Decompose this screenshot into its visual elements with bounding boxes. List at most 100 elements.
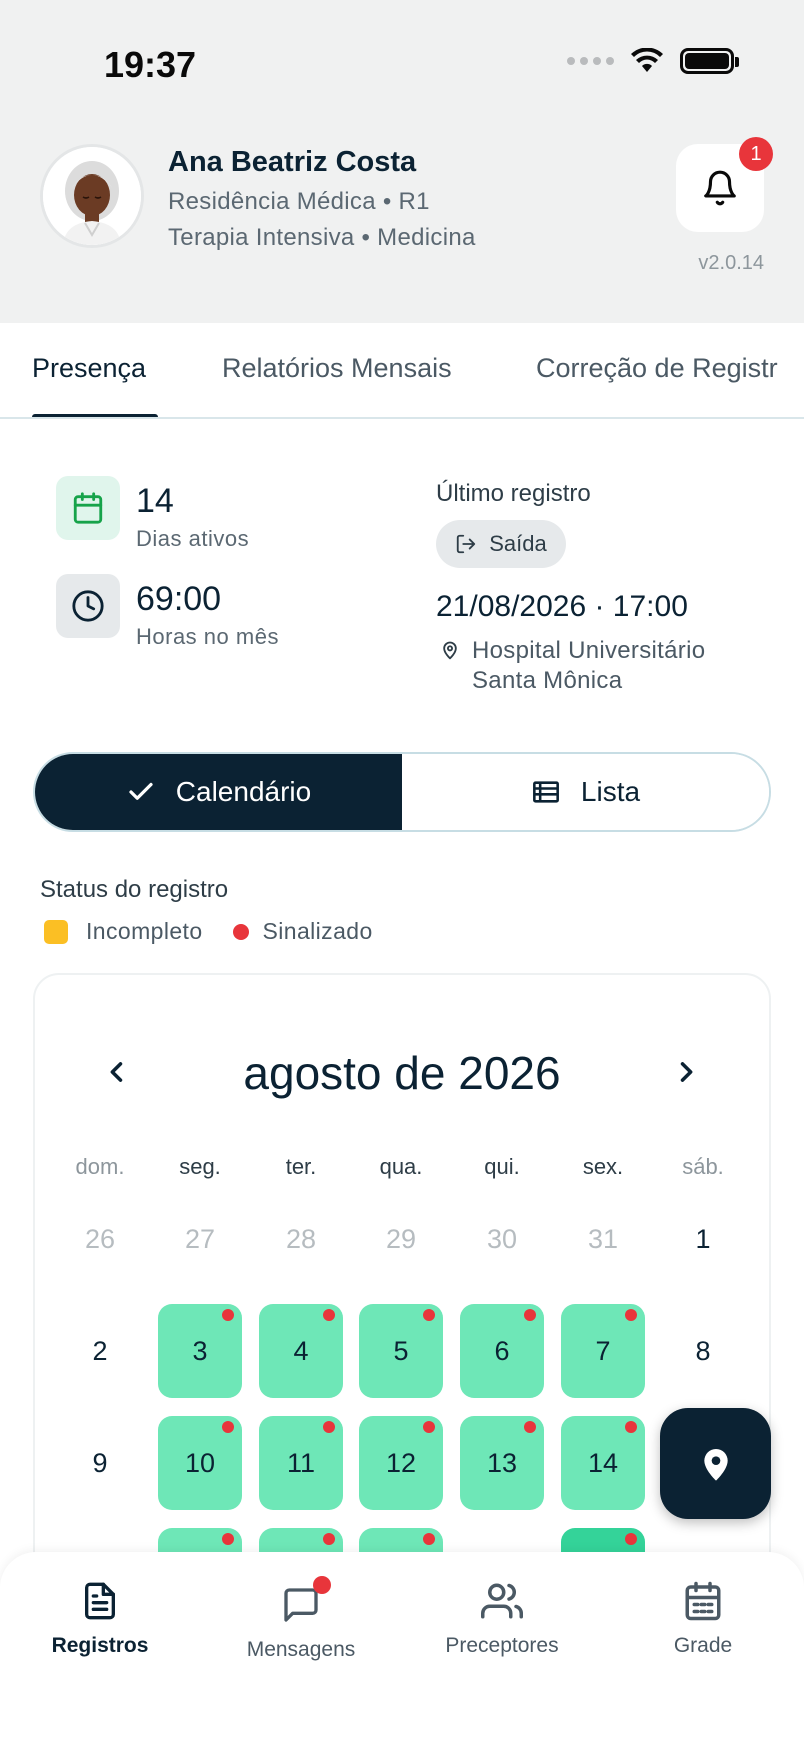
last-record-location: Hospital Universitário Santa Mônica bbox=[472, 637, 706, 694]
day-number: 6 bbox=[494, 1335, 510, 1366]
signal-icon bbox=[567, 57, 614, 65]
weekday-label: sex. bbox=[582, 1154, 624, 1179]
tab-bar: Presença Relatórios Mensais Correção de … bbox=[0, 323, 804, 419]
calendar-day[interactable]: 1 bbox=[661, 1192, 745, 1286]
calendar-day[interactable]: 9 bbox=[58, 1416, 142, 1510]
previous-month-button[interactable] bbox=[97, 1052, 137, 1092]
avatar[interactable] bbox=[40, 144, 144, 248]
day-number: 29 bbox=[385, 1223, 417, 1254]
nav-grade-label: Grade bbox=[673, 1634, 733, 1657]
hours-label: Horas no mês bbox=[136, 624, 279, 649]
nav-preceptores[interactable]: Preceptores bbox=[422, 1576, 582, 1658]
calendar-day[interactable]: 5 bbox=[359, 1304, 443, 1398]
bell-icon bbox=[704, 170, 736, 206]
flagged-dot bbox=[222, 1421, 234, 1433]
users-icon bbox=[481, 1583, 523, 1619]
flagged-dot bbox=[423, 1421, 435, 1433]
last-record-datetime: 21/08/2026 · 17:00 bbox=[436, 590, 688, 623]
list-icon bbox=[532, 781, 559, 803]
calendar-day[interactable]: 10 bbox=[158, 1416, 242, 1510]
view-toggle: Calendário Lista bbox=[33, 752, 771, 832]
calendar-day[interactable]: 30 bbox=[460, 1192, 544, 1286]
calendar-day[interactable]: 2 bbox=[58, 1304, 142, 1398]
legend-flagged-label: Sinalizado bbox=[262, 918, 373, 944]
bottom-nav: Registros Mensagens Preceptores Grade bbox=[0, 1552, 804, 1748]
active-days-value: 14 bbox=[136, 482, 174, 520]
flagged-dot bbox=[222, 1309, 234, 1321]
user-program: Residência Médica • R1 bbox=[168, 188, 430, 215]
tab-correcao-registro[interactable]: Correção de Registr bbox=[536, 353, 778, 384]
calendar-day[interactable]: 4 bbox=[259, 1304, 343, 1398]
flagged-dot bbox=[625, 1533, 637, 1545]
hours-value: 69:00 bbox=[136, 580, 222, 618]
user-name: Ana Beatriz Costa bbox=[168, 146, 417, 178]
list-view-button[interactable]: Lista bbox=[402, 754, 769, 830]
calendar-view-label: Calendário bbox=[175, 776, 312, 807]
calendar-day[interactable]: 13 bbox=[460, 1416, 544, 1510]
flagged-dot bbox=[323, 1309, 335, 1321]
flagged-dot bbox=[323, 1533, 335, 1545]
clock-icon bbox=[56, 574, 120, 638]
status-time: 19:37 bbox=[104, 44, 197, 85]
legend: Incompleto Sinalizado bbox=[44, 918, 373, 945]
nav-grade[interactable]: Grade bbox=[623, 1576, 783, 1658]
profile-header: Ana Beatriz Costa Residência Médica • R1… bbox=[0, 130, 804, 323]
app-version: v2.0.14 bbox=[698, 252, 764, 274]
day-number: 8 bbox=[695, 1335, 711, 1366]
nav-mensagens-label: Mensagens bbox=[246, 1638, 356, 1661]
calendar-day[interactable]: 6 bbox=[460, 1304, 544, 1398]
tab-presenca[interactable]: Presença bbox=[32, 353, 146, 384]
nav-registros[interactable]: Registros bbox=[20, 1576, 180, 1658]
calendar-day[interactable]: 3 bbox=[158, 1304, 242, 1398]
nav-mensagens[interactable]: Mensagens bbox=[221, 1576, 381, 1662]
calendar-day[interactable]: 27 bbox=[158, 1192, 242, 1286]
calendar-day[interactable]: 14 bbox=[561, 1416, 645, 1510]
weekday-label: seg. bbox=[179, 1154, 221, 1179]
day-number: 2 bbox=[92, 1335, 108, 1366]
flagged-dot bbox=[423, 1533, 435, 1545]
day-number: 28 bbox=[285, 1223, 317, 1254]
calendar-day[interactable]: 26 bbox=[58, 1192, 142, 1286]
record-type-chip: Saída bbox=[436, 520, 566, 568]
calendar-day[interactable]: 29 bbox=[359, 1192, 443, 1286]
calendar-day[interactable]: 11 bbox=[259, 1416, 343, 1510]
flagged-dot bbox=[524, 1421, 536, 1433]
next-month-button[interactable] bbox=[666, 1052, 706, 1092]
day-number: 4 bbox=[293, 1335, 309, 1366]
calendar-icon bbox=[56, 476, 120, 540]
check-icon bbox=[129, 782, 153, 800]
flagged-dot bbox=[222, 1533, 234, 1545]
day-number: 30 bbox=[486, 1223, 518, 1254]
day-number: 26 bbox=[84, 1223, 116, 1254]
day-number: 3 bbox=[192, 1335, 208, 1366]
tab-relatorios-mensais[interactable]: Relatórios Mensais bbox=[222, 353, 452, 384]
record-type-label: Saída bbox=[489, 531, 547, 556]
day-number: 5 bbox=[393, 1335, 409, 1366]
chevron-left-icon bbox=[110, 1062, 123, 1082]
legend-incomplete-label: Incompleto bbox=[86, 918, 203, 944]
day-number: 13 bbox=[486, 1447, 518, 1478]
day-number: 7 bbox=[595, 1335, 611, 1366]
weekday-label: ter. bbox=[285, 1154, 317, 1179]
check-in-fab[interactable] bbox=[660, 1408, 771, 1519]
nav-registros-label: Registros bbox=[51, 1634, 149, 1657]
incomplete-swatch bbox=[44, 919, 68, 944]
active-days-label: Dias ativos bbox=[136, 526, 250, 551]
day-number: 1 bbox=[695, 1223, 711, 1254]
weekday-label: qui. bbox=[484, 1154, 520, 1179]
legend-title: Status do registro bbox=[40, 876, 229, 903]
calendar-day[interactable]: 8 bbox=[661, 1304, 745, 1398]
day-number: 11 bbox=[286, 1447, 316, 1478]
calendar-day[interactable]: 7 bbox=[561, 1304, 645, 1398]
nav-preceptores-label: Preceptores bbox=[445, 1634, 559, 1657]
flagged-dot bbox=[625, 1309, 637, 1321]
calendar-day[interactable]: 31 bbox=[561, 1192, 645, 1286]
location-pin-icon bbox=[443, 641, 457, 660]
flagged-dot bbox=[625, 1421, 637, 1433]
flagged-swatch bbox=[232, 923, 249, 940]
calendar-day[interactable]: 28 bbox=[259, 1192, 343, 1286]
calendar-day[interactable]: 12 bbox=[359, 1416, 443, 1510]
list-view-label: Lista bbox=[580, 776, 641, 807]
calendar-view-button[interactable]: Calendário bbox=[35, 754, 402, 830]
day-number: 9 bbox=[92, 1447, 108, 1478]
